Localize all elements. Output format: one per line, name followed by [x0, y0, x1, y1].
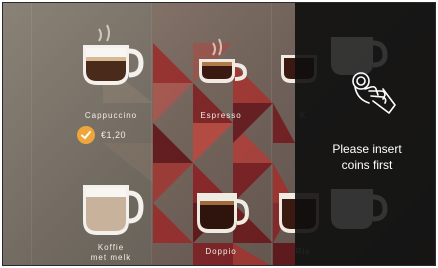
product-tile-partial[interactable]: ato — [2, 153, 31, 265]
price-label: €1,20 — [101, 130, 127, 140]
product-label: met melk — [90, 253, 132, 262]
price-row: €1,20 — [77, 125, 126, 145]
message-line: Please insert — [332, 142, 402, 156]
checkmark-icon — [77, 126, 95, 144]
milk-cup-icon — [2, 21, 5, 91]
product-tile-koffie-met-melk[interactable]: Koffie met melk — [51, 153, 171, 265]
product-label: Cappuccino — [84, 111, 138, 120]
insert-coins-message: Please insert coins first — [303, 141, 431, 173]
product-label: Koffie — [97, 243, 125, 252]
product-tile-cappuccino[interactable]: Cappuccino €1,20 — [51, 3, 171, 144]
coffee-machine-screen: ato Cappuccino €1,20 Espresso — [2, 2, 436, 266]
insert-coins-overlay: Please insert coins first — [295, 3, 435, 265]
ghost-cup-icon — [331, 189, 388, 229]
message-line: coins first — [341, 158, 393, 172]
product-label: ato — [3, 111, 31, 121]
milk-cup-icon — [2, 171, 5, 241]
product-label: ato — [3, 247, 31, 257]
panel-seam — [31, 3, 32, 265]
insert-coin-icon — [352, 72, 396, 114]
cappuccino-cup-icon — [83, 24, 144, 85]
latte-cup-icon — [83, 185, 144, 235]
product-tile-partial[interactable]: ato — [2, 3, 31, 131]
